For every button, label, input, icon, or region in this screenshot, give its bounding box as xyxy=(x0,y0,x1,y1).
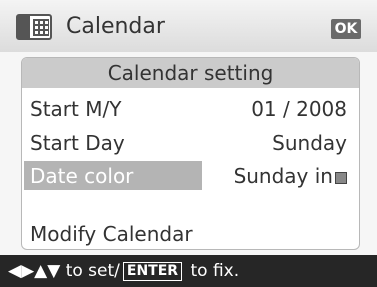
calendar-icon xyxy=(16,14,52,40)
start-day-label[interactable]: Start Day xyxy=(30,130,125,156)
hint-set-text: to set/ xyxy=(65,261,120,281)
title-bar: Calendar OK xyxy=(0,0,377,52)
hint-fix-text: to fix. xyxy=(190,261,240,281)
color-square-icon xyxy=(335,172,347,184)
ok-button[interactable]: OK xyxy=(331,19,361,39)
date-color-label[interactable]: Date color xyxy=(30,163,133,189)
start-day-value[interactable]: Sunday xyxy=(272,130,347,156)
date-color-value[interactable]: Sunday in xyxy=(234,163,347,189)
app-title: Calendar xyxy=(66,14,165,39)
panel-title: Calendar setting xyxy=(22,58,359,88)
help-text: ◀▶▲▼ to set/ENTER to fix. xyxy=(8,260,239,282)
start-my-label[interactable]: Start M/Y xyxy=(30,96,121,122)
modify-calendar-item[interactable]: Modify Calendar xyxy=(30,221,193,247)
enter-key-icon: ENTER xyxy=(122,262,183,281)
calendar-setting-panel: Calendar setting Start M/Y 01 / 2008 Sta… xyxy=(21,57,360,250)
date-color-text: Sunday in xyxy=(233,164,333,188)
help-bar: ◀▶▲▼ to set/ENTER to fix. xyxy=(0,255,377,287)
arrow-keys-icon: ◀▶▲▼ xyxy=(8,261,61,281)
start-my-value[interactable]: 01 / 2008 xyxy=(251,96,347,122)
